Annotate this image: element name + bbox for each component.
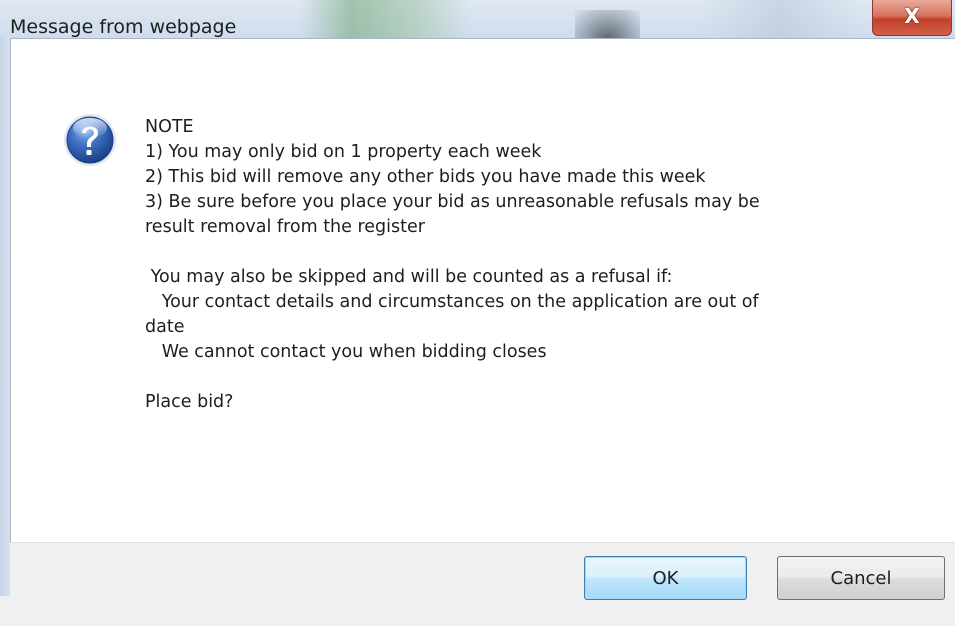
- message-text: NOTE 1) You may only bid on 1 property e…: [145, 117, 760, 412]
- dialog-window: Message from webpage X NOTE 1) You may o…: [0, 0, 955, 626]
- question-icon: [64, 114, 116, 166]
- close-button[interactable]: X: [872, 0, 952, 36]
- close-icon: X: [904, 3, 920, 28]
- ok-button[interactable]: OK: [584, 556, 747, 600]
- window-frame-left: [0, 36, 10, 596]
- dialog-title: Message from webpage: [10, 16, 237, 38]
- cancel-button[interactable]: Cancel: [777, 556, 945, 600]
